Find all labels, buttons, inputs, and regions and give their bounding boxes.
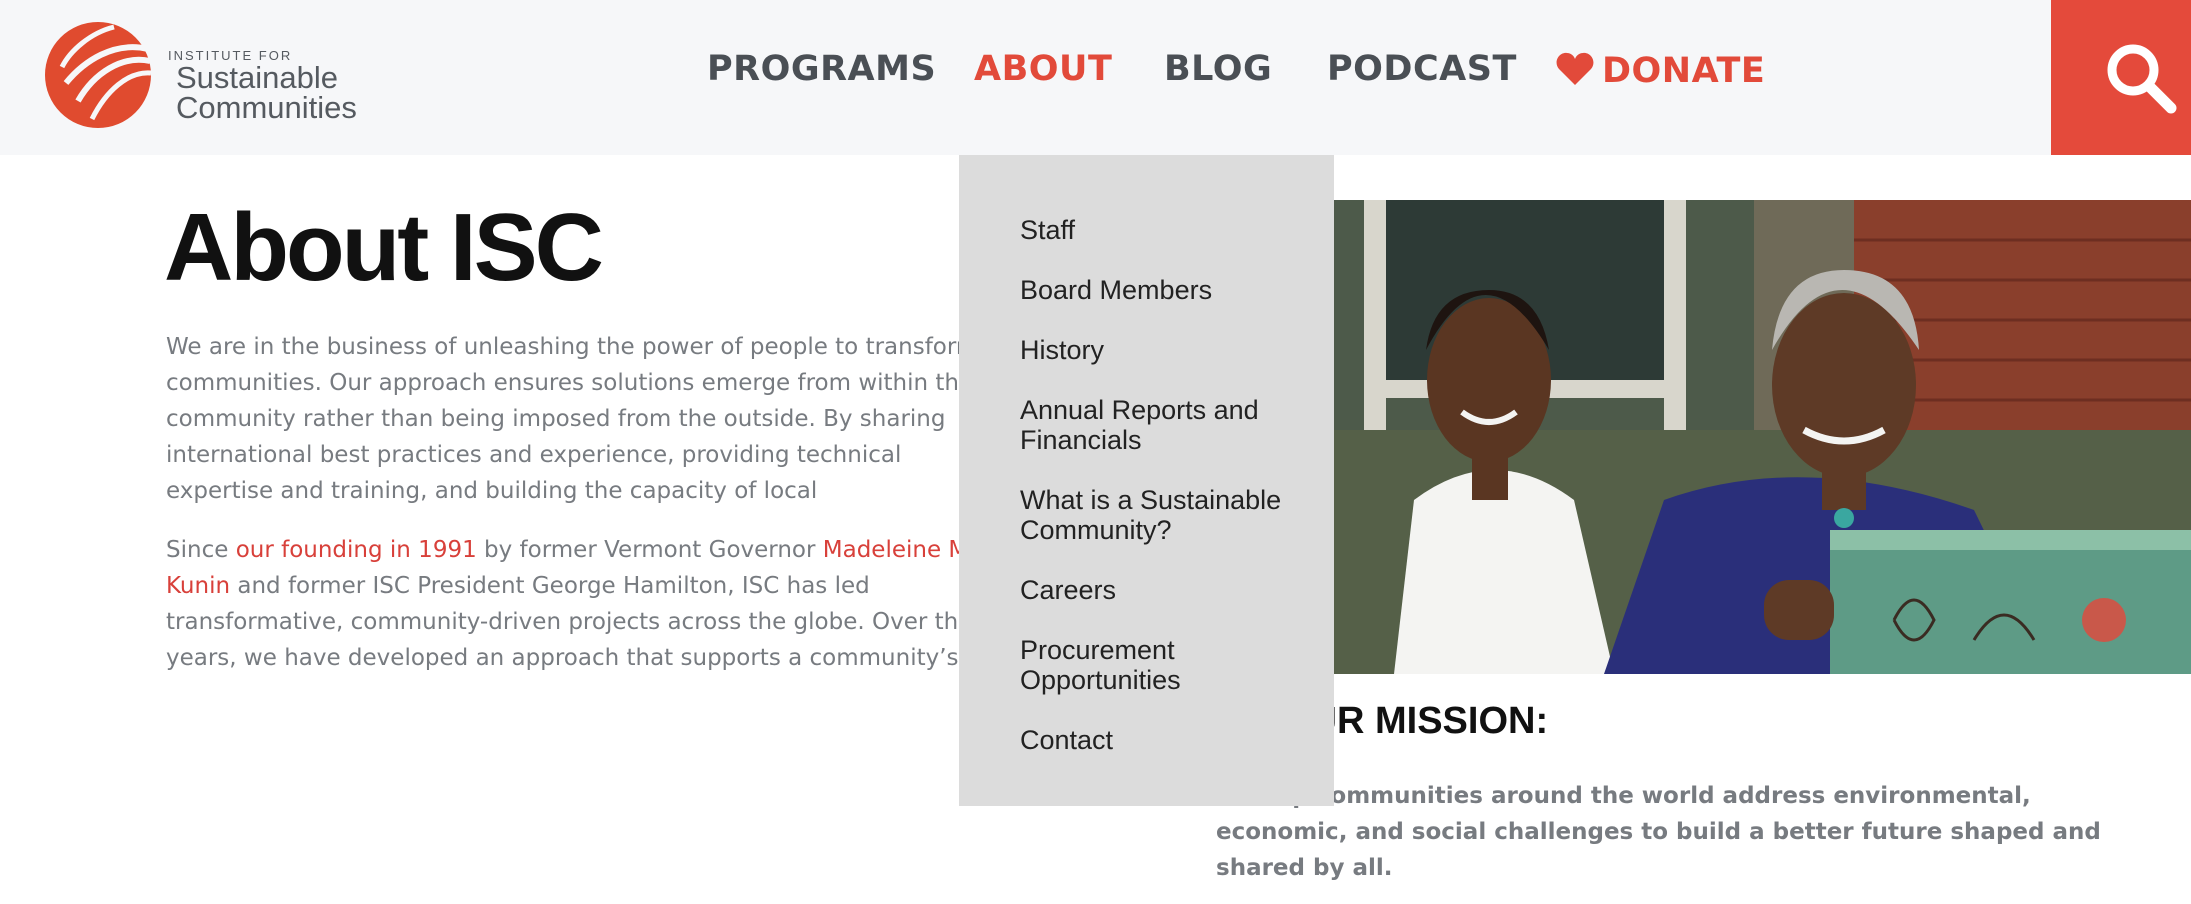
history-text-2: by former Vermont Governor: [476, 537, 823, 563]
dropdown-item-careers[interactable]: Careers: [1020, 575, 1320, 605]
nav-blog[interactable]: BLOG: [1164, 52, 1272, 87]
dropdown-item-annual-reports[interactable]: Annual Reports and Financials: [1020, 395, 1320, 455]
page-title: About ISC: [164, 194, 604, 301]
intro-paragraph: We are in the business of unleashing the…: [166, 334, 979, 504]
nav-donate-label: DONATE: [1602, 51, 1766, 91]
history-text-1: Since: [166, 537, 236, 563]
nav-programs[interactable]: PROGRAMS: [707, 52, 936, 87]
founding-link[interactable]: our founding in 1991: [236, 537, 477, 563]
logo-line-2: Communities: [176, 90, 357, 125]
history-text-3: and former ISC President George Hamilton…: [166, 573, 973, 671]
dropdown-item-staff[interactable]: Staff: [1020, 215, 1320, 245]
history-paragraph: Since our founding in 1991 by former Ver…: [166, 532, 981, 676]
logo-mark-icon: [45, 22, 152, 128]
dropdown-item-procurement[interactable]: Procurement Opportunities: [1020, 635, 1320, 695]
site-header: INSTITUTE FOR Sustainable Communities PR…: [0, 0, 2191, 155]
logo-line-1: Sustainable: [176, 60, 339, 95]
mission-text: To help communities around the world add…: [1216, 783, 2101, 881]
nav-donate[interactable]: DONATE: [1556, 52, 1765, 89]
heart-icon: [1556, 52, 1594, 85]
nav-about[interactable]: ABOUT: [974, 52, 1112, 87]
dropdown-item-history[interactable]: History: [1020, 335, 1320, 365]
nav-podcast[interactable]: PODCAST: [1327, 52, 1517, 87]
about-dropdown: Staff Board Members History Annual Repor…: [959, 155, 1334, 806]
site-logo[interactable]: INSTITUTE FOR Sustainable Communities: [44, 21, 374, 131]
hero-photo: [1334, 200, 2191, 674]
dropdown-item-contact[interactable]: Contact: [1020, 725, 1320, 755]
dropdown-item-sustainable-community[interactable]: What is a Sustainable Community?: [1020, 485, 1320, 545]
photo-illustration: [1334, 200, 2191, 674]
search-button[interactable]: [2051, 0, 2191, 155]
search-icon: [2107, 44, 2177, 114]
dropdown-item-board-members[interactable]: Board Members: [1020, 275, 1320, 305]
